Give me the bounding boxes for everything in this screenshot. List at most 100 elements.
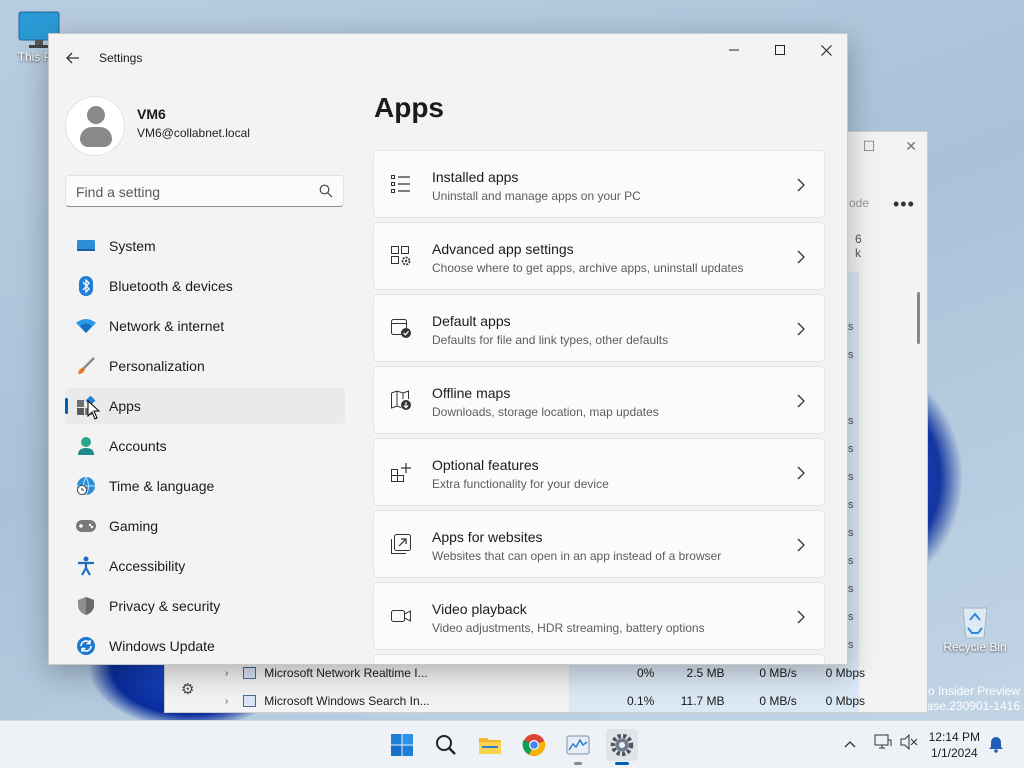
card-title: Video playback bbox=[432, 601, 527, 617]
sidebar-item-label: Time & language bbox=[109, 478, 215, 494]
chevron-right-icon bbox=[797, 394, 805, 408]
taskbar-search-button[interactable] bbox=[430, 729, 462, 761]
process-icon bbox=[242, 695, 257, 707]
cpu-value: 0.1% bbox=[626, 694, 655, 708]
chevron-right-icon bbox=[797, 466, 805, 480]
list-item: s bbox=[848, 471, 854, 483]
settings-icon bbox=[610, 733, 634, 757]
expand-chevron-icon[interactable]: › bbox=[225, 696, 243, 707]
active-indicator bbox=[615, 762, 629, 765]
sidebar-item-time-language[interactable]: Time & language bbox=[65, 468, 345, 504]
minimize-button[interactable] bbox=[711, 34, 757, 66]
card-title: Default apps bbox=[432, 313, 511, 329]
card-advanced-app-settings[interactable]: Advanced app settings Choose where to ge… bbox=[373, 222, 825, 290]
person-icon bbox=[75, 435, 97, 457]
memory-value: 11.7 MB bbox=[680, 694, 725, 708]
volume-tray-button[interactable] bbox=[900, 733, 918, 753]
file-explorer-icon bbox=[479, 738, 501, 754]
back-button[interactable] bbox=[61, 46, 85, 70]
title-bar[interactable]: Settings bbox=[49, 34, 847, 82]
sidebar-item-accounts[interactable]: Accounts bbox=[65, 428, 345, 464]
start-icon bbox=[391, 734, 413, 756]
disk-value: 0 MB/s bbox=[759, 666, 797, 680]
list-icon bbox=[391, 175, 410, 193]
minimize-icon bbox=[729, 49, 739, 51]
settings-window[interactable]: Settings VM6 VM6@collabnet.local Find a … bbox=[48, 33, 848, 665]
maximize-button[interactable] bbox=[757, 34, 803, 66]
avatar[interactable] bbox=[65, 96, 125, 156]
column-header-partial: 6 k bbox=[855, 232, 862, 260]
monitor-icon bbox=[75, 235, 97, 257]
chevron-right-icon bbox=[797, 250, 805, 264]
maximize-icon[interactable]: ☐ bbox=[863, 138, 876, 155]
task-manager-settings-icon[interactable]: ⚙ bbox=[181, 680, 194, 698]
notifications-button[interactable] bbox=[988, 735, 1004, 756]
back-arrow-icon bbox=[66, 52, 79, 64]
sidebar-item-privacy[interactable]: Privacy & security bbox=[65, 588, 345, 624]
card-offline-maps[interactable]: Offline maps Downloads, storage location… bbox=[373, 366, 825, 434]
sidebar-nav: System Bluetooth & devices Network & int… bbox=[65, 228, 345, 664]
watermark-line-1: ro Insider Preview bbox=[923, 684, 1020, 698]
card-video-playback[interactable]: Video playback Video adjustments, HDR st… bbox=[373, 582, 825, 650]
sidebar-item-label: Apps bbox=[109, 398, 141, 414]
more-options-icon[interactable]: ••• bbox=[893, 194, 915, 215]
cpu-value: 0% bbox=[637, 666, 655, 680]
sidebar-item-windows-update[interactable]: Windows Update bbox=[65, 628, 345, 664]
chrome-button[interactable] bbox=[518, 729, 550, 761]
disk-value: 0 MB/s bbox=[759, 694, 797, 708]
close-icon[interactable]: ✕ bbox=[905, 138, 917, 155]
card-partial[interactable] bbox=[373, 654, 825, 664]
user-name: VM6 bbox=[137, 106, 166, 122]
sidebar-item-bluetooth[interactable]: Bluetooth & devices bbox=[65, 268, 345, 304]
map-download-icon bbox=[391, 390, 411, 410]
sidebar-item-label: Gaming bbox=[109, 518, 159, 534]
volume-muted-icon bbox=[900, 733, 918, 751]
card-title: Apps for websites bbox=[432, 529, 543, 545]
globe-clock-icon bbox=[75, 475, 97, 497]
sidebar-item-system[interactable]: System bbox=[65, 228, 345, 264]
sidebar-item-apps[interactable]: Apps bbox=[65, 388, 345, 424]
task-manager-mode-label[interactable]: ode bbox=[849, 196, 869, 210]
user-profile[interactable]: VM6 VM6@collabnet.local bbox=[65, 96, 345, 160]
card-apps-for-websites[interactable]: Apps for websites Websites that can open… bbox=[373, 510, 825, 578]
chevron-right-icon bbox=[797, 178, 805, 192]
card-default-apps[interactable]: Default apps Defaults for file and link … bbox=[373, 294, 825, 362]
add-grid-icon bbox=[391, 463, 411, 482]
expand-chevron-icon[interactable]: › bbox=[225, 668, 243, 679]
start-button[interactable] bbox=[386, 729, 418, 761]
watermark-line-2: ease.230901-1416 bbox=[919, 699, 1020, 713]
card-description: Downloads, storage location, map updates bbox=[432, 405, 659, 419]
recycle-bin-icon bbox=[962, 607, 988, 639]
scrollbar-thumb[interactable] bbox=[917, 292, 920, 344]
network-tray-button[interactable] bbox=[874, 734, 892, 753]
update-icon bbox=[75, 635, 97, 657]
date-text: 1/1/2024 bbox=[930, 746, 978, 760]
recycle-bin-label: Recycle Bin bbox=[943, 640, 1007, 654]
search-icon bbox=[436, 735, 456, 755]
file-explorer-button[interactable] bbox=[474, 729, 506, 761]
sidebar-item-gaming[interactable]: Gaming bbox=[65, 508, 345, 544]
show-hidden-icons-button[interactable] bbox=[844, 735, 856, 751]
card-installed-apps[interactable]: Installed apps Uninstall and manage apps… bbox=[373, 150, 825, 218]
card-description: Video adjustments, HDR streaming, batter… bbox=[432, 621, 705, 635]
settings-taskbar-button[interactable] bbox=[606, 729, 638, 765]
close-button[interactable] bbox=[803, 34, 847, 66]
card-title: Optional features bbox=[432, 457, 539, 473]
task-manager-icon bbox=[566, 735, 590, 755]
search-icon bbox=[319, 184, 333, 198]
sidebar-item-accessibility[interactable]: Accessibility bbox=[65, 548, 345, 584]
clock[interactable]: 12:14 PM 1/1/2024 bbox=[929, 729, 980, 761]
column-partial-2: k bbox=[855, 246, 861, 260]
sidebar-item-label: Network & internet bbox=[109, 318, 225, 334]
search-placeholder: Find a setting bbox=[76, 184, 161, 200]
bluetooth-icon bbox=[75, 275, 97, 297]
sidebar-item-personalization[interactable]: Personalization bbox=[65, 348, 345, 384]
table-row[interactable]: › Microsoft Windows Search In... 0.1% 11… bbox=[225, 687, 865, 715]
list-item: s bbox=[848, 415, 854, 427]
task-manager-taskbar-button[interactable] bbox=[562, 729, 594, 765]
list-item: s bbox=[848, 527, 854, 539]
recycle-bin-desktop-icon[interactable]: Recycle Bin bbox=[940, 600, 1010, 654]
search-input[interactable]: Find a setting bbox=[65, 175, 344, 207]
card-optional-features[interactable]: Optional features Extra functionality fo… bbox=[373, 438, 825, 506]
sidebar-item-network[interactable]: Network & internet bbox=[65, 308, 345, 344]
